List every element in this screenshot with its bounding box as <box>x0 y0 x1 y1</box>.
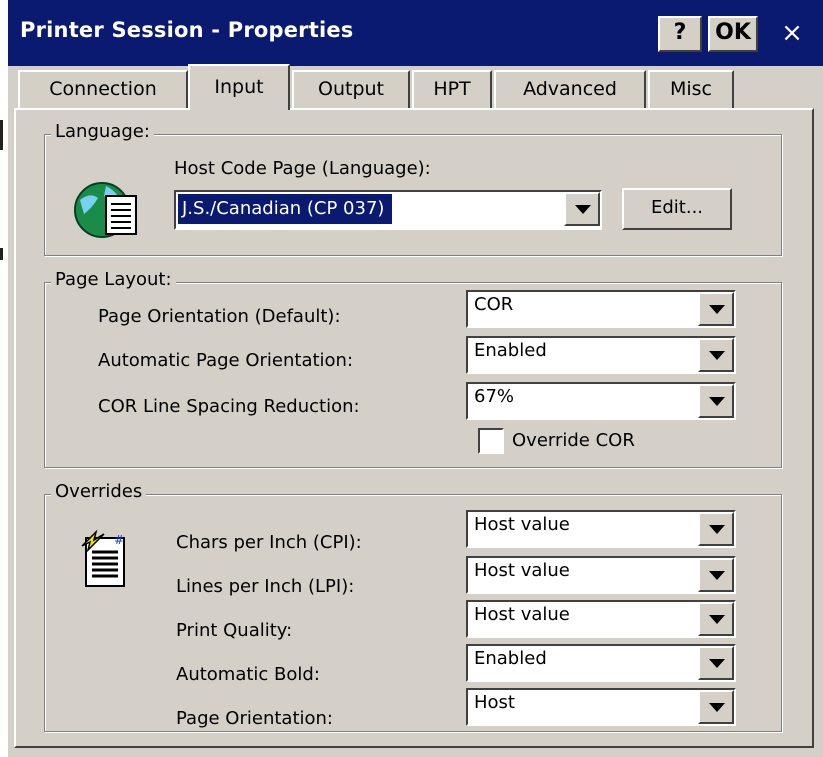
tab-advanced[interactable]: Advanced <box>494 70 646 108</box>
override-cor-checkbox[interactable] <box>478 428 504 454</box>
host-code-page-value: J.S./Canadian (CP 037) <box>178 194 393 224</box>
tab-connection[interactable]: Connection <box>18 70 188 108</box>
page-orientation-default-label: Page Orientation (Default): <box>98 306 341 327</box>
print-quality-label: Print Quality: <box>176 620 293 641</box>
close-button[interactable]: × <box>770 16 814 52</box>
cor-line-spacing-label: COR Line Spacing Reduction: <box>98 396 360 417</box>
automatic-bold-label: Automatic Bold: <box>176 664 320 685</box>
language-group-label: Language: <box>51 121 154 142</box>
lpi-value: Host value <box>474 560 570 581</box>
auto-page-orientation-value: Enabled <box>474 340 547 361</box>
window-title: Printer Session - Properties <box>20 18 354 42</box>
print-quality-value: Host value <box>474 604 570 625</box>
tab-output[interactable]: Output <box>292 70 410 108</box>
edge-mark <box>0 120 3 150</box>
cpi-dropdown[interactable]: Host value <box>466 510 736 548</box>
chevron-down-icon[interactable] <box>698 646 734 680</box>
lpi-label: Lines per Inch (LPI): <box>176 576 355 597</box>
overrides-group-label: Overrides <box>51 481 147 502</box>
cpi-label: Chars per Inch (CPI): <box>176 532 362 553</box>
host-code-page-dropdown[interactable]: J.S./Canadian (CP 037) <box>174 190 602 230</box>
cpi-value: Host value <box>474 514 570 535</box>
edit-button[interactable]: Edit... <box>622 188 732 230</box>
tab-misc[interactable]: Misc <box>648 70 734 108</box>
chevron-down-icon[interactable] <box>698 384 734 418</box>
page-layout-group-label: Page Layout: <box>51 269 176 290</box>
print-quality-dropdown[interactable]: Host value <box>466 600 736 638</box>
chevron-down-icon[interactable] <box>698 690 734 724</box>
help-button[interactable]: ? <box>658 16 702 52</box>
automatic-bold-value: Enabled <box>474 648 547 669</box>
chevron-down-icon[interactable] <box>698 602 734 636</box>
tab-input[interactable]: Input <box>188 64 290 110</box>
properties-dialog: Printer Session - Properties ? OK × Conn… <box>8 0 823 757</box>
lpi-dropdown[interactable]: Host value <box>466 556 736 594</box>
chevron-down-icon[interactable] <box>698 292 734 326</box>
override-page-orientation-label: Page Orientation: <box>176 708 333 729</box>
chevron-down-icon[interactable] <box>698 338 734 372</box>
cor-line-spacing-value: 67% <box>474 386 515 407</box>
title-bar: Printer Session - Properties ? OK × <box>8 0 823 66</box>
tab-hpt[interactable]: HPT <box>412 70 492 108</box>
chevron-down-icon[interactable] <box>698 512 734 546</box>
page-orientation-default-value: COR <box>474 294 514 315</box>
page-orientation-default-dropdown[interactable]: COR <box>466 290 736 328</box>
chevron-down-icon[interactable] <box>564 192 600 226</box>
edge-mark <box>0 248 3 260</box>
automatic-bold-dropdown[interactable]: Enabled <box>466 644 736 682</box>
override-page-orientation-dropdown[interactable]: Host <box>466 688 736 726</box>
ok-button[interactable]: OK <box>708 16 758 52</box>
svg-text:#: # <box>114 533 124 547</box>
chevron-down-icon[interactable] <box>698 558 734 592</box>
override-page-orientation-value: Host <box>474 692 515 713</box>
cor-line-spacing-dropdown[interactable]: 67% <box>466 382 736 420</box>
override-cor-label: Override COR <box>512 430 635 451</box>
globe-document-icon <box>74 182 137 238</box>
auto-page-orientation-dropdown[interactable]: Enabled <box>466 336 736 374</box>
host-code-page-label: Host Code Page (Language): <box>174 158 431 179</box>
auto-page-orientation-label: Automatic Page Orientation: <box>98 350 354 371</box>
printer-settings-icon: # <box>81 529 125 587</box>
